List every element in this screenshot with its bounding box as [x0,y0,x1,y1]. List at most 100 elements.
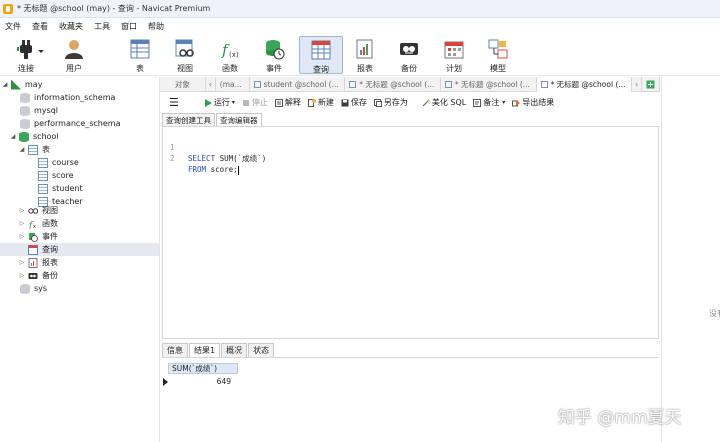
tree-group-events[interactable]: ▷ 事件 [0,230,159,243]
tab-may[interactable]: (ma... [216,76,250,92]
model-button[interactable]: 模型 [478,36,518,74]
tab-profile[interactable]: 概况 [221,343,248,357]
result-grid[interactable]: SUM(`成绩`) 649 [162,357,659,442]
tab-label: (ma... [219,79,242,89]
comment-button[interactable]: 备注 ▾ [473,97,505,108]
tab-message[interactable]: 信息 [162,343,188,357]
code-text: FROM score; [188,164,239,175]
beautify-sql-button[interactable]: 美化 SQL [422,97,466,108]
menu-tools[interactable]: 工具 [91,21,118,32]
menu-favorites[interactable]: 收藏夹 [56,21,91,32]
menu-view[interactable]: 查看 [29,21,56,32]
report-icon [28,257,38,268]
tree-db-information-schema[interactable]: information_schema [0,91,159,104]
export-label: 导出结果 [522,98,555,107]
menu-file[interactable]: 文件 [2,21,29,32]
column-header-label: SUM(`成绩`) [172,364,218,373]
chevron-down-icon[interactable]: ▾ [232,99,235,106]
hamburger-menu-icon[interactable]: ☰ [169,96,179,109]
collapsed-arrow-icon[interactable]: ▷ [19,220,25,227]
tree-label: score [52,171,74,180]
tab-query-editor[interactable]: 查询编辑器 [216,113,262,126]
tab-untitled-active[interactable]: * 无标题 @school (... [536,76,633,92]
report-button[interactable]: 报表 [345,36,385,74]
tab-status[interactable]: 状态 [248,343,275,357]
query-toolbar: ☰ 运行 ▾ 停止 解释 新建 保存 另存为 美化 SQL 备注 ▾ 导出结果 [160,94,660,111]
expanded-arrow-icon[interactable]: ◢ [10,133,16,140]
table-group-icon [28,144,38,155]
export-result-button[interactable]: 导出结果 [512,97,554,108]
collapsed-arrow-icon[interactable]: ▷ [19,233,25,240]
expanded-arrow-icon[interactable]: ◢ [19,146,25,153]
run-button[interactable]: 运行 ▾ [204,97,235,108]
tab-label: * 无标题 @school (... [359,79,435,89]
tree-label: 事件 [42,232,58,241]
sql-editor[interactable]: 1 SELECT SUM(`成绩`) 2 FROM score; [162,126,659,339]
stop-button[interactable]: 停止 [242,97,268,108]
database-icon [20,105,30,116]
chevron-right-icon[interactable]: › [632,76,643,92]
tree-table-course[interactable]: course [0,156,159,169]
chevron-down-icon[interactable]: ▾ [502,99,505,106]
collapsed-arrow-icon[interactable]: ▷ [19,259,25,266]
chevron-left-icon[interactable]: ‹ [206,76,216,92]
expanded-arrow-icon[interactable]: ◢ [2,81,8,88]
connection-button[interactable]: 连接 [6,36,46,74]
tree-table-student[interactable]: student [0,182,159,195]
tab-untitled-1[interactable]: * 无标题 @school (... [345,76,441,92]
tab-label: 信息 [167,346,183,355]
save-button[interactable]: 保存 [341,97,367,108]
save-as-button[interactable]: 另存为 [373,97,408,108]
collapsed-arrow-icon[interactable]: ▷ [19,272,25,279]
backup-button[interactable]: 备份 [389,36,429,74]
schedule-button[interactable]: 计划 [434,36,474,74]
tab-result-1[interactable]: 结果1 [189,343,221,357]
tree-connection-may[interactable]: ◢ may [0,78,159,91]
explain-button[interactable]: 解释 [274,97,301,108]
tab-objects[interactable]: 对象 [160,76,206,92]
column-header[interactable]: SUM(`成绩`) [168,363,238,374]
tab-query-builder[interactable]: 查询创建工具 [162,113,215,126]
chevron-down-icon[interactable] [38,50,44,53]
view-label: 视图 [177,64,193,73]
result-cell[interactable]: 649 [168,376,238,387]
table-button[interactable]: 表 [120,36,160,74]
tree-table-score[interactable]: score [0,169,159,182]
query-button[interactable]: 查询 [299,36,343,74]
view-button[interactable]: 视图 [165,36,205,74]
tree-group-views[interactable]: ▷ 视图 [0,204,159,217]
function-button[interactable]: f (x) 函数 [210,36,250,74]
tree-db-mysql[interactable]: mysql [0,104,159,117]
navigation-tree[interactable]: ◢ may information_schema mysql performan… [0,77,160,442]
function-icon: fx [28,219,38,231]
view-icon [174,38,196,60]
tree-label: may [25,80,43,89]
sql-text: score; [206,165,238,174]
beautify-label: 美化 SQL [431,98,467,107]
tree-group-tables[interactable]: ◢ 表 [0,143,159,156]
tree-group-reports[interactable]: ▷ 报表 [0,256,159,269]
user-button[interactable]: 用户 [54,36,94,74]
query-icon [349,80,357,88]
tab-untitled-2[interactable]: * 无标题 @school (... [441,76,537,92]
tree-db-performance-schema[interactable]: performance_schema [0,117,159,130]
tree-group-backups[interactable]: ▷ 备份 [0,269,159,282]
tab-label: 状态 [253,346,270,355]
collapsed-arrow-icon[interactable]: ▷ [19,207,25,214]
menu-window[interactable]: 窗口 [118,21,145,32]
tree-db-sys[interactable]: sys [0,282,159,295]
tree-group-queries[interactable]: 查询 [0,243,159,256]
tree-label: information_schema [34,93,116,102]
explain-label: 解释 [284,98,301,107]
new-tab-icon[interactable] [642,76,660,92]
line-number: 2 [170,154,175,163]
tab-student[interactable]: student @school (... [250,76,346,92]
tree-db-school[interactable]: ◢ school [0,130,159,143]
export-icon [512,99,521,107]
tree-group-functions[interactable]: ▷ fx 函数 [0,217,159,231]
menu-help[interactable]: 帮助 [145,21,172,32]
code-line: 1 SELECT SUM(`成绩`) [163,131,266,163]
tree-label: 备份 [42,271,58,280]
new-query-button[interactable]: 新建 [307,97,334,108]
event-button[interactable]: 事件 [254,36,294,74]
